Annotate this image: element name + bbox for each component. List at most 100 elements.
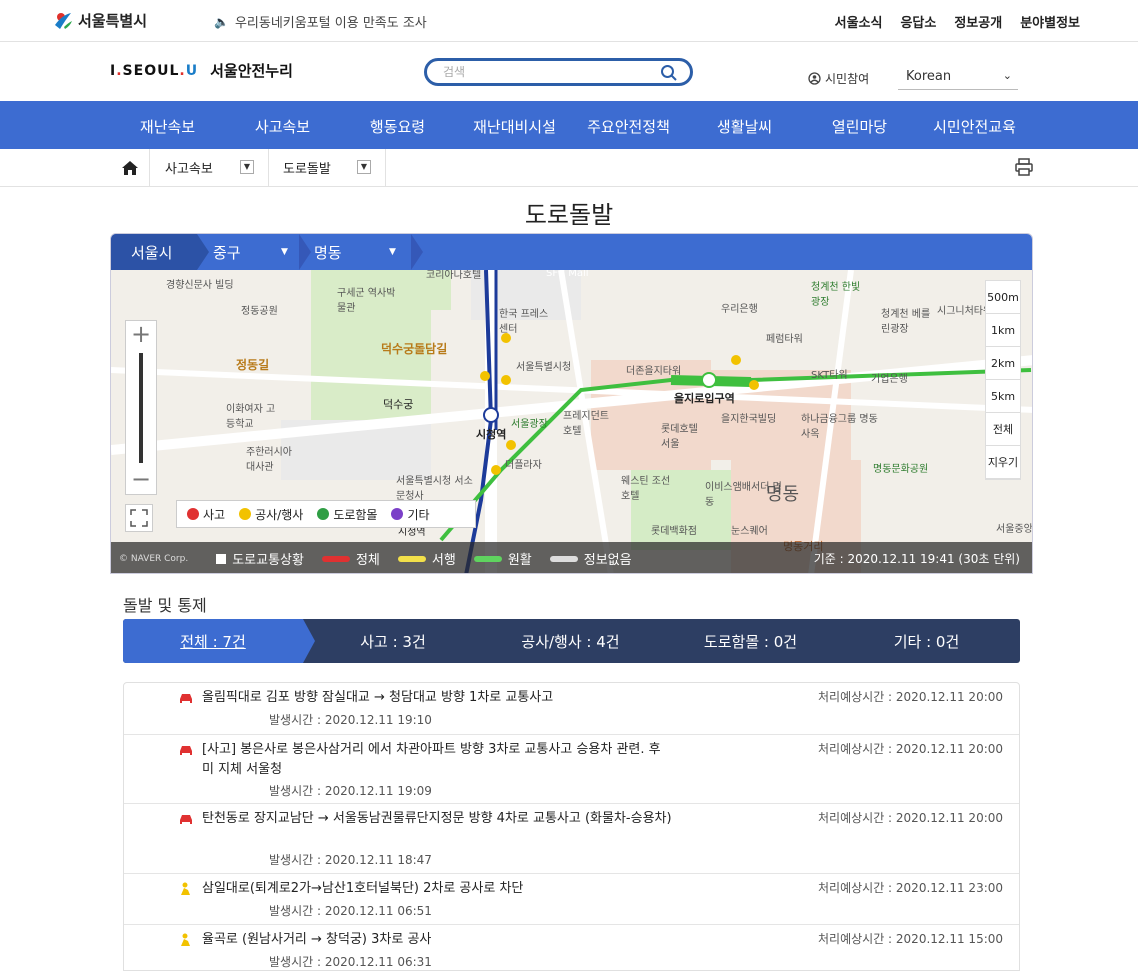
map-label: 웨스틴 조선호텔 bbox=[621, 476, 671, 502]
traffic-toggle-checkbox[interactable] bbox=[216, 553, 227, 564]
region-district[interactable]: 중구 ▼ bbox=[213, 234, 303, 270]
chevron-down-icon[interactable]: ▼ bbox=[357, 160, 371, 174]
notice-text: 우리동네키움포털 이용 만족도 조사 bbox=[234, 16, 427, 31]
language-select[interactable]: Korean ⌄ bbox=[898, 64, 1018, 90]
map-label: 시청역 bbox=[476, 428, 507, 441]
incident-row[interactable]: 탄천동로 장지교남단 → 서울동남권물류단지정문 방향 4차로 교통사고 (화물… bbox=[124, 804, 1019, 874]
citizen-participation-link[interactable]: 시민참여 bbox=[808, 70, 869, 87]
map-label: 명동 bbox=[766, 484, 800, 505]
legend-other-label: 기타 bbox=[407, 507, 430, 522]
tab-sinkhole[interactable]: 도로함몰 : 0건 bbox=[668, 619, 833, 663]
map-label: 한국 프레스센터 bbox=[499, 309, 549, 335]
map-label: 더존을지타워 bbox=[626, 366, 682, 377]
incident-occurred-time: 발생시간 : 2020.12.11 18:47 bbox=[269, 853, 432, 867]
legend-accident-label: 사고 bbox=[203, 507, 226, 522]
incident-marker bbox=[480, 371, 490, 381]
incident-row[interactable]: 올림픽대로 김포 방향 잠실대교 → 청담대교 방향 1차로 교통사고 처리예상… bbox=[124, 683, 1019, 735]
top-link-info[interactable]: 정보공개 bbox=[954, 12, 1002, 31]
incident-marker bbox=[731, 355, 741, 365]
region-selector: 서울시 중구 ▼ 명동 ▼ bbox=[111, 234, 1032, 270]
search-icon[interactable] bbox=[660, 64, 678, 82]
car-accident-icon bbox=[180, 746, 192, 755]
map-label: SKT타워 bbox=[811, 370, 848, 381]
zoom-slider-track[interactable] bbox=[139, 353, 143, 463]
chevron-down-icon[interactable]: ▼ bbox=[240, 160, 254, 174]
fullscreen-button[interactable] bbox=[125, 504, 153, 532]
map-label: 코리아나호텔 bbox=[426, 270, 482, 281]
top-link-news[interactable]: 서울소식 bbox=[835, 12, 883, 31]
incident-expected-time: 처리예상시간 : 2020.12.11 20:00 bbox=[818, 690, 1004, 704]
incident-expected-time: 처리예상시간 : 2020.12.11 23:00 bbox=[818, 881, 1004, 895]
nav-open-forum[interactable]: 열린마당 bbox=[802, 116, 917, 137]
legend-sinkhole-label: 도로함몰 bbox=[333, 507, 378, 522]
scale-all-button[interactable]: 전체 bbox=[986, 413, 1020, 446]
top-link-field-info[interactable]: 분야별정보 bbox=[1020, 12, 1080, 31]
region-city[interactable]: 서울시 bbox=[111, 234, 197, 270]
construction-icon bbox=[239, 508, 252, 520]
map-label: 정동공원 bbox=[241, 306, 278, 317]
scale-1km-button[interactable]: 1km bbox=[986, 314, 1020, 347]
map-label: 을지한국빌딩 bbox=[721, 414, 777, 425]
region-dong[interactable]: 명동 ▼ bbox=[314, 234, 414, 270]
region-separator bbox=[411, 234, 423, 270]
print-icon[interactable] bbox=[1014, 157, 1034, 177]
other-icon bbox=[391, 508, 404, 520]
scale-500m-button[interactable]: 500m bbox=[986, 281, 1020, 314]
map-label: 덕수궁 bbox=[383, 398, 414, 411]
seoul-logo[interactable]: 서울특별시 bbox=[52, 7, 147, 33]
top-link-eungdapso[interactable]: 응답소 bbox=[900, 12, 936, 31]
section-title: 돌발 및 통제 bbox=[123, 596, 207, 615]
nav-disaster-facilities[interactable]: 재난대비시설 bbox=[457, 116, 572, 137]
chevron-down-icon: ⌄ bbox=[1002, 69, 1012, 82]
clear-button[interactable]: 지우기 bbox=[986, 446, 1020, 479]
legend-construction-label: 공사/행사 bbox=[255, 507, 304, 522]
breadcrumb-level1-label: 사고속보 bbox=[165, 162, 213, 177]
search-input[interactable] bbox=[443, 61, 663, 83]
tab-accident[interactable]: 사고 : 3건 bbox=[313, 619, 473, 663]
scale-2km-button[interactable]: 2km bbox=[986, 347, 1020, 380]
nav-accident-news[interactable]: 사고속보 bbox=[225, 116, 340, 137]
user-icon bbox=[808, 72, 821, 85]
map-label: 프레지던트 호텔 bbox=[563, 411, 609, 437]
scale-5km-button[interactable]: 5km bbox=[986, 380, 1020, 413]
incident-row[interactable]: 율곡로 (원남사거리 → 창덕궁) 3차로 공사 처리예상시간 : 2020.1… bbox=[124, 925, 1019, 970]
incident-marker bbox=[749, 380, 759, 390]
incident-occurred-time: 발생시간 : 2020.12.11 19:10 bbox=[269, 713, 432, 727]
tab-construction[interactable]: 공사/행사 : 4건 bbox=[473, 619, 668, 663]
map-label: 을지로입구역 bbox=[674, 392, 735, 405]
zoom-out-button[interactable]: − bbox=[126, 466, 156, 494]
incident-row[interactable]: [사고] 봉은사로 봉은사삼거리 에서 차관아파트 방향 3차로 교통사고 승용… bbox=[124, 735, 1019, 804]
sinkhole-icon bbox=[317, 508, 330, 520]
traffic-map[interactable]: 경향신문사 빌딩 구세군 역사박물관 코리아나호텔 SFC Mall 정동공원 … bbox=[111, 270, 1032, 573]
legend-other: 기타 bbox=[391, 506, 430, 523]
home-button[interactable] bbox=[110, 149, 150, 186]
nav-disaster-news[interactable]: 재난속보 bbox=[110, 116, 225, 137]
nav-action-guide[interactable]: 행동요령 bbox=[340, 116, 455, 137]
incident-row[interactable]: 삼일대로(퇴계로2가→남산1호터널북단) 2차로 공사로 차단 처리예상시간 :… bbox=[124, 874, 1019, 925]
map-label: 덕수궁돌담길 bbox=[381, 342, 448, 356]
smooth-label: 원활 bbox=[507, 553, 532, 568]
subway-station-marker bbox=[483, 407, 499, 423]
no-info-swatch bbox=[549, 555, 578, 562]
nav-safety-education[interactable]: 시민안전교육 bbox=[917, 116, 1032, 137]
nav-safety-policy[interactable]: 주요안전정책 bbox=[571, 116, 686, 137]
site-brand[interactable]: I.SEOUL.U 서울안전누리 bbox=[110, 60, 293, 81]
region-separator bbox=[299, 234, 311, 270]
site-header: I.SEOUL.U 서울안전누리 시민참여 Korean ⌄ bbox=[0, 42, 1138, 101]
map-label: 기업은행 bbox=[871, 374, 908, 385]
slow-label: 서행 bbox=[431, 553, 456, 568]
tab-other[interactable]: 기타 : 0건 bbox=[833, 619, 1020, 663]
breadcrumb-level1[interactable]: 사고속보 ▼ bbox=[151, 149, 269, 186]
breadcrumb-level2[interactable]: 도로돌발 ▼ bbox=[269, 149, 386, 186]
zoom-in-button[interactable]: + bbox=[126, 321, 156, 349]
map-scale-control: 500m 1km 2km 5km 전체 지우기 bbox=[985, 280, 1021, 480]
nav-weather[interactable]: 생활날씨 bbox=[687, 116, 802, 137]
jam-label: 정체 bbox=[355, 553, 380, 568]
tab-all[interactable]: 전체 : 7건 bbox=[123, 619, 303, 663]
incident-title: 삼일대로(퇴계로2가→남산1호터널북단) 2차로 공사로 차단 bbox=[202, 881, 524, 896]
notice-ticker[interactable]: 🔈 우리동네키움포털 이용 만족도 조사 bbox=[214, 12, 427, 32]
incident-marker bbox=[501, 375, 511, 385]
map-label: 청계천 베를린광장 bbox=[881, 309, 931, 335]
map-label: 구세군 역사박물관 bbox=[337, 288, 396, 314]
map-label: 우리은행 bbox=[721, 304, 758, 315]
